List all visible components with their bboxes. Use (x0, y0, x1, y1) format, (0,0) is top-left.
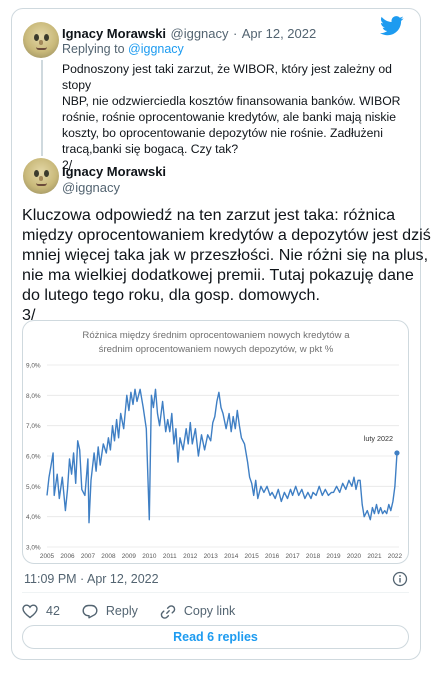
tweet-text-line: nie ma wielkiej dodatkowej premii. Tutaj… (22, 266, 414, 284)
x-tick-label: 2008 (101, 553, 116, 560)
y-tick-label: 6,0% (26, 454, 41, 461)
tweet-text-line: do lutego tego roku, dla gosp. domowych. (22, 286, 320, 304)
info-icon[interactable] (392, 571, 408, 587)
tweet-date[interactable]: Apr 12, 2022 (242, 26, 316, 41)
x-tick-label: 2012 (183, 553, 198, 560)
author-name[interactable]: Ignacy Morawski (62, 26, 166, 41)
x-tick-label: 2015 (245, 553, 260, 560)
tweet-text-line: mniej więcej taka jak w przeszłości. Nie… (22, 246, 429, 264)
action-bar: 42 Reply Copy link (22, 601, 257, 621)
avatar[interactable] (23, 158, 59, 194)
x-tick-label: 2019 (326, 553, 341, 560)
read-replies-button[interactable]: Read 6 replies (22, 625, 409, 649)
main-tweet-text: Kluczowa odpowiedź na ten zarzut jest ta… (22, 205, 431, 325)
x-tick-label: 2021 (367, 553, 382, 560)
x-tick-label: 2022 (388, 553, 403, 560)
x-tick-label: 2013 (204, 553, 219, 560)
annotation-label: luty 2022 (364, 434, 393, 443)
replying-to-handle[interactable]: @iggnacy (128, 42, 184, 56)
author-handle[interactable]: @iggnacy (62, 180, 120, 195)
tweet-text-line: tracą,banki się bogacą. Czy tak? (62, 142, 239, 156)
x-tick-label: 2020 (347, 553, 362, 560)
x-tick-label: 2007 (81, 553, 96, 560)
x-tick-label: 2006 (60, 553, 75, 560)
tweet-timestamp[interactable]: 11:09 PM · Apr 12, 2022 (24, 572, 159, 586)
chart-title: Różnica między średnim oprocentowaniem n… (82, 330, 350, 341)
like-count: 42 (46, 604, 60, 618)
reply-button[interactable]: Reply (82, 604, 138, 619)
replying-to: Replying to @iggnacy (62, 42, 184, 56)
y-tick-label: 8,0% (26, 393, 41, 400)
speech-bubble-icon (82, 604, 98, 618)
twitter-bird-icon[interactable] (380, 16, 404, 36)
link-icon (160, 604, 176, 619)
x-tick-label: 2010 (142, 553, 157, 560)
x-tick-label: 2018 (306, 553, 321, 560)
thread-connector-line (41, 60, 43, 156)
y-tick-label: 9,0% (26, 363, 41, 370)
tweet-media-chart[interactable]: Różnica między średnim oprocentowaniem n… (22, 320, 409, 564)
replying-to-prefix: Replying to (62, 42, 125, 56)
x-tick-label: 2016 (265, 553, 280, 560)
tweet-text-line: rośnie, rośnie oprocentowanie kredytów, … (62, 110, 396, 124)
tweet-text-line: NBP, nie odzwierciedla kosztów finansowa… (62, 94, 401, 108)
reply-label: Reply (105, 604, 138, 618)
avatar[interactable] (23, 22, 59, 58)
last-data-point (394, 450, 400, 456)
x-tick-label: 2011 (163, 553, 177, 560)
tweet-text-line: między oprocentowaniem kredytów a depozy… (22, 226, 431, 244)
chart-title: średnim oprocentowaniem nowych depozytów… (99, 344, 334, 355)
separator-dot: · (232, 26, 238, 41)
y-tick-label: 4,0% (26, 514, 41, 521)
divider (22, 592, 409, 593)
line-chart: Różnica między średnim oprocentowaniem n… (26, 330, 403, 560)
tweet-text-line: koszty, bo oprocentowanie depozytów nie … (62, 126, 383, 140)
x-tick-label: 2005 (40, 553, 55, 560)
y-tick-label: 7,0% (26, 423, 41, 430)
reply-tweet-text: Podnoszony jest taki zarzut, że WIBOR, k… (62, 61, 402, 173)
copy-link-button[interactable]: Copy link (160, 604, 235, 619)
x-tick-label: 2017 (285, 553, 300, 560)
y-tick-label: 5,0% (26, 484, 41, 491)
tweet-text-line: Podnoszony jest taki zarzut, że WIBOR, k… (62, 62, 392, 92)
copy-link-label: Copy link (183, 604, 236, 618)
x-tick-label: 2014 (224, 553, 239, 560)
x-tick-label: 2009 (122, 553, 137, 560)
heart-icon (22, 603, 38, 618)
author-handle[interactable]: @iggnacy (171, 26, 229, 41)
author-name[interactable]: Ignacy Morawski (62, 164, 166, 179)
tweet-text-line: Kluczowa odpowiedź na ten zarzut jest ta… (22, 206, 396, 224)
y-tick-label: 3,0% (26, 545, 41, 552)
like-button[interactable]: 42 (22, 603, 60, 619)
